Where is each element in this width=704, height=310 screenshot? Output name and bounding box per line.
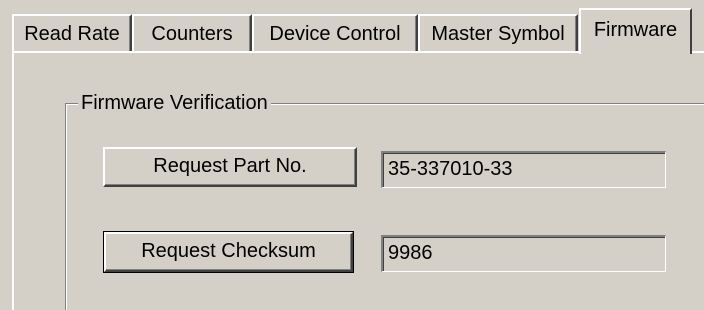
request-checksum-button[interactable]: Request Checksum <box>103 231 354 273</box>
part-number-field: 35-337010-33 <box>381 151 666 188</box>
tab-firmware[interactable]: Firmware <box>579 8 692 54</box>
firmware-tab-panel: Firmware Verification Request Part No. 3… <box>12 51 704 310</box>
tab-master-symbol[interactable]: Master Symbol <box>418 14 578 52</box>
tab-counters[interactable]: Counters <box>132 14 252 52</box>
request-part-number-button[interactable]: Request Part No. <box>103 147 357 187</box>
tab-device-control[interactable]: Device Control <box>252 14 418 52</box>
firmware-verification-label: Firmware Verification <box>78 90 271 116</box>
tab-read-rate[interactable]: Read Rate <box>12 14 132 52</box>
checksum-field: 9986 <box>381 235 666 272</box>
firmware-verification-group: Firmware Verification Request Part No. 3… <box>65 90 704 310</box>
firmware-dialog: Read Rate Counters Device Control Master… <box>0 0 704 310</box>
